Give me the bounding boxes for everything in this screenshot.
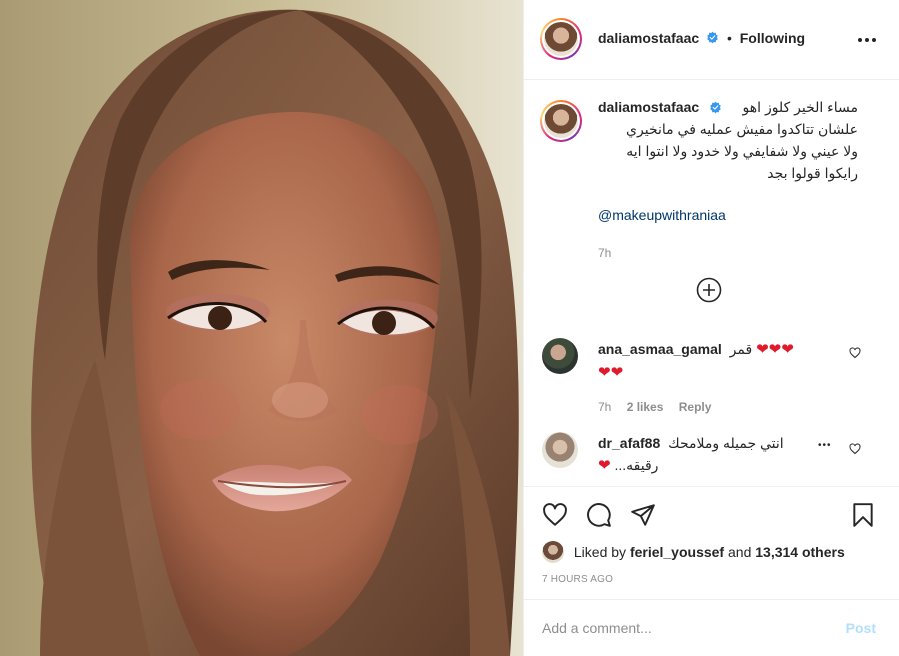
heart-icon[interactable] — [542, 502, 568, 528]
comment-more-options[interactable]: ••• — [818, 440, 832, 451]
comment-body: ana_asmaa_gamal قمر ❤❤❤ ❤❤ 7h 2 likes Re… — [598, 338, 848, 418]
comment-meta: 7h 2 likes Reply — [598, 396, 848, 418]
comment-icon[interactable] — [586, 502, 612, 528]
following-button[interactable]: Following — [740, 30, 805, 46]
post-image[interactable] — [0, 0, 523, 656]
header-author-line: daliamostafaac • Following — [598, 30, 805, 46]
caption-mention-link[interactable]: @makeupwithraniaa — [598, 207, 726, 223]
caption-username[interactable]: daliamostafaac — [598, 96, 699, 118]
comment-composer: Post — [524, 599, 899, 656]
likes-conjunction: and — [728, 544, 752, 560]
comment-text: انتي جميله وملامحك — [668, 435, 784, 451]
comment-hearts-line2: ❤❤ — [598, 364, 624, 381]
comment-body: dr_afaf88 انتي جميله وملامحك ❤ ...رقيقه — [598, 432, 808, 477]
caption-body: daliamostafaac مساء الخير كلوز اهو علشان… — [598, 96, 858, 264]
caption-line-3: ولا عيني ولا شفايفي ولا خدود ولا انتوا ا… — [626, 143, 858, 159]
caption-line-1: مساء الخير كلوز اهو — [742, 99, 858, 115]
caption-first-row: daliamostafaac مساء الخير كلوز اهو — [598, 96, 858, 118]
paper-plane-icon[interactable] — [630, 502, 656, 528]
bookmark-icon[interactable] — [850, 502, 876, 528]
comment-item: dr_afaf88 انتي جميله وملامحك ❤ ...رقيقه … — [524, 432, 899, 482]
comment-hearts: ❤❤❤ — [756, 341, 794, 358]
post-side-panel: daliamostafaac • Following daliamostafaa… — [523, 0, 899, 656]
post-photo — [0, 0, 523, 656]
comment-input[interactable] — [542, 620, 822, 636]
comment-likes[interactable]: 2 likes — [627, 400, 664, 414]
comment-hearts: ❤ — [598, 457, 611, 474]
author-avatar[interactable] — [540, 18, 582, 60]
comment-text-line2: ...رقيقه — [614, 457, 659, 473]
comment-username[interactable]: dr_afaf88 — [598, 435, 660, 451]
post-header: daliamostafaac • Following — [524, 0, 899, 80]
comment-like-heart-icon[interactable] — [849, 443, 861, 455]
caption-line-4: رايكوا قولوا بجد — [767, 165, 858, 181]
likes-summary: Liked by feriel_youssef and 13,314 other… — [542, 541, 845, 563]
comment-avatar[interactable] — [542, 338, 578, 374]
comment-avatar[interactable] — [542, 432, 578, 468]
liker-avatar[interactable] — [542, 541, 564, 563]
likes-count[interactable]: 13,314 others — [755, 544, 845, 560]
comment-reply-button[interactable]: Reply — [679, 400, 712, 414]
caption-line-2: علشان تتاكدوا مفيش عمليه في مانخيري — [626, 121, 858, 137]
comment-item: ana_asmaa_gamal قمر ❤❤❤ ❤❤ 7h 2 likes Re… — [524, 338, 899, 418]
post-actions: Liked by feriel_youssef and 13,314 other… — [524, 486, 899, 656]
caption-verified-badge-icon — [710, 101, 721, 114]
liker-username[interactable]: feriel_youssef — [630, 544, 724, 560]
caption-avatar[interactable] — [540, 100, 582, 142]
caption-time[interactable]: 7h — [598, 242, 858, 264]
header-username[interactable]: daliamostafaac — [598, 30, 699, 46]
header-separator: • — [726, 30, 732, 46]
comment-username[interactable]: ana_asmaa_gamal — [598, 341, 722, 357]
plus-circle-icon[interactable] — [696, 277, 722, 303]
comment-time[interactable]: 7h — [598, 400, 611, 414]
post-comment-button[interactable]: Post — [846, 620, 876, 636]
post-timestamp[interactable]: 7 HOURS AGO — [542, 574, 613, 585]
likes-prefix: Liked by — [573, 544, 627, 560]
comment-text: قمر — [729, 341, 753, 357]
comment-like-heart-icon[interactable] — [849, 347, 861, 359]
more-options-icon[interactable] — [857, 36, 877, 44]
verified-badge-icon — [707, 31, 718, 44]
